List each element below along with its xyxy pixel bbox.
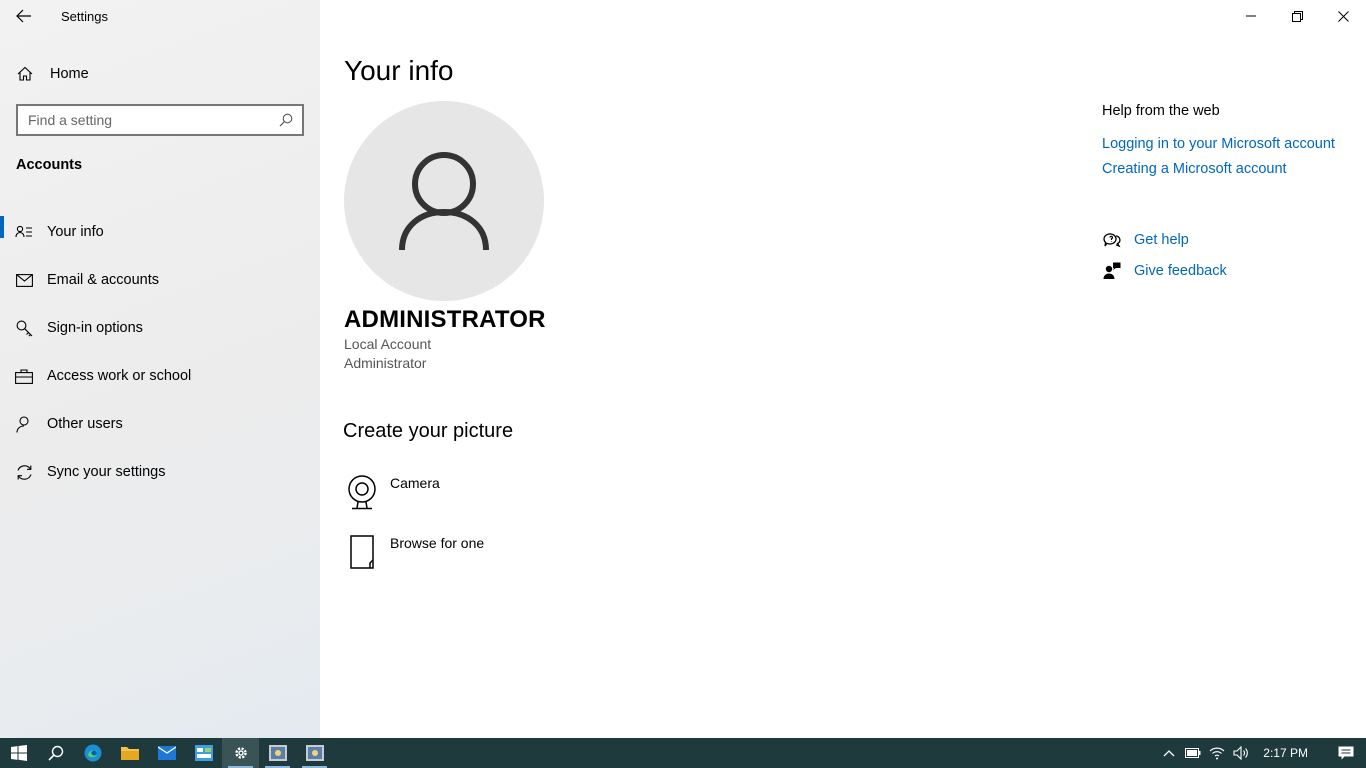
give-feedback-label: Give feedback <box>1134 263 1227 279</box>
system-tray: 2:17 PM <box>1157 738 1366 768</box>
battery-button[interactable] <box>1181 738 1205 768</box>
gear-icon <box>234 747 247 759</box>
help-heading: Help from the web <box>1102 103 1220 119</box>
show-hidden-icons-button[interactable] <box>1157 738 1181 768</box>
give-feedback-link[interactable]: Give feedback <box>1102 261 1227 281</box>
taskbar-app-2[interactable] <box>296 738 333 768</box>
briefcase-icon <box>15 367 33 385</box>
sidebar-item-other-users[interactable]: Other users <box>0 400 320 448</box>
speaker-icon <box>1233 746 1249 760</box>
search-icon <box>47 745 63 761</box>
taskbar-edge[interactable] <box>74 738 111 768</box>
home-label: Home <box>50 66 89 82</box>
search-placeholder: Find a setting <box>28 112 113 128</box>
person-add-icon <box>15 415 33 433</box>
app-title: Settings <box>61 9 108 24</box>
account-role: Administrator <box>344 355 427 371</box>
contact-card-icon <box>15 223 33 241</box>
camera-icon <box>344 474 380 510</box>
user-name: ADMINISTRATOR <box>344 306 546 333</box>
person-icon <box>399 152 489 251</box>
back-button[interactable] <box>8 4 40 28</box>
taskbar-mail[interactable] <box>148 738 185 768</box>
file-icon <box>344 534 380 570</box>
taskbar-settings[interactable] <box>222 738 259 768</box>
sidebar-item-label: Email & accounts <box>47 272 160 288</box>
network-button[interactable] <box>1205 738 1229 768</box>
main-content: Your info ADMINISTRATOR Local Account Ad… <box>320 0 1366 738</box>
app-window-icon <box>305 745 324 761</box>
minimize-button[interactable] <box>1228 0 1274 32</box>
help-link-creating-account[interactable]: Creating a Microsoft account <box>1102 161 1362 177</box>
sidebar-item-sign-in-options[interactable]: Sign-in options <box>0 304 320 352</box>
start-button[interactable] <box>0 738 37 768</box>
search-icon[interactable] <box>279 113 293 127</box>
sidebar-item-label: Access work or school <box>47 368 192 384</box>
avatar <box>344 101 544 301</box>
taskbar-search-button[interactable] <box>37 738 74 768</box>
chevron-up-icon <box>1163 750 1175 757</box>
clock[interactable]: 2:17 PM <box>1263 746 1308 760</box>
app-window-icon <box>268 745 287 761</box>
sidebar-item-label: Your info <box>47 224 104 240</box>
sync-icon <box>15 463 33 481</box>
key-icon <box>15 319 33 337</box>
sidebar-item-label: Sync your settings <box>47 464 166 480</box>
help-link-logging-in[interactable]: Logging in to your Microsoft account <box>1102 136 1362 152</box>
wifi-icon <box>1209 747 1225 760</box>
title-bar: Settings <box>0 0 320 32</box>
home-link[interactable]: Home <box>0 58 320 90</box>
control-panel-icon <box>194 745 213 761</box>
taskbar-file-explorer[interactable] <box>111 738 148 768</box>
back-arrow-icon <box>16 9 31 23</box>
close-button[interactable] <box>1320 0 1366 32</box>
folder-icon <box>120 747 139 760</box>
taskbar-control-panel[interactable] <box>185 738 222 768</box>
get-help-label: Get help <box>1134 232 1189 248</box>
create-picture-heading: Create your picture <box>343 420 514 442</box>
edge-icon <box>84 744 101 762</box>
feedback-icon <box>1102 261 1122 281</box>
home-icon <box>17 66 33 81</box>
battery-icon <box>1185 748 1201 758</box>
close-icon <box>1337 10 1349 22</box>
search-input[interactable]: Find a setting <box>16 104 304 136</box>
sidebar-nav: Your info Email & accounts Sign-in optio… <box>0 208 320 496</box>
notification-icon <box>1338 746 1354 759</box>
chat-help-icon <box>1102 230 1122 250</box>
get-help-link[interactable]: Get help <box>1102 230 1189 250</box>
camera-label: Camera <box>390 475 440 491</box>
sidebar-item-email-accounts[interactable]: Email & accounts <box>0 256 320 304</box>
restore-icon <box>1291 10 1303 22</box>
sidebar-item-your-info[interactable]: Your info <box>0 208 320 256</box>
restore-button[interactable] <box>1274 0 1320 32</box>
action-center-button[interactable] <box>1326 738 1366 768</box>
sidebar: Settings Home Find a setting Accounts Yo… <box>0 0 320 738</box>
mail-icon <box>15 271 33 289</box>
sidebar-item-label: Other users <box>47 416 123 432</box>
windows-icon <box>10 745 27 761</box>
taskbar-app-1[interactable] <box>259 738 296 768</box>
help-panel: Help from the web Logging in to your Mic… <box>1102 103 1362 186</box>
volume-button[interactable] <box>1229 738 1253 768</box>
minimize-icon <box>1246 15 1256 17</box>
browse-label: Browse for one <box>390 535 485 551</box>
sidebar-item-sync-settings[interactable]: Sync your settings <box>0 448 320 496</box>
camera-option[interactable]: Camera <box>344 474 744 518</box>
sidebar-item-access-work[interactable]: Access work or school <box>0 352 320 400</box>
sidebar-item-label: Sign-in options <box>47 320 143 336</box>
browse-option[interactable]: Browse for one <box>344 534 744 578</box>
taskbar: 2:17 PM <box>0 738 1366 768</box>
account-type: Local Account <box>344 336 432 352</box>
section-title: Accounts <box>16 157 83 173</box>
mail-icon <box>157 746 176 760</box>
window-controls <box>1228 0 1366 32</box>
page-title: Your info <box>344 55 454 86</box>
